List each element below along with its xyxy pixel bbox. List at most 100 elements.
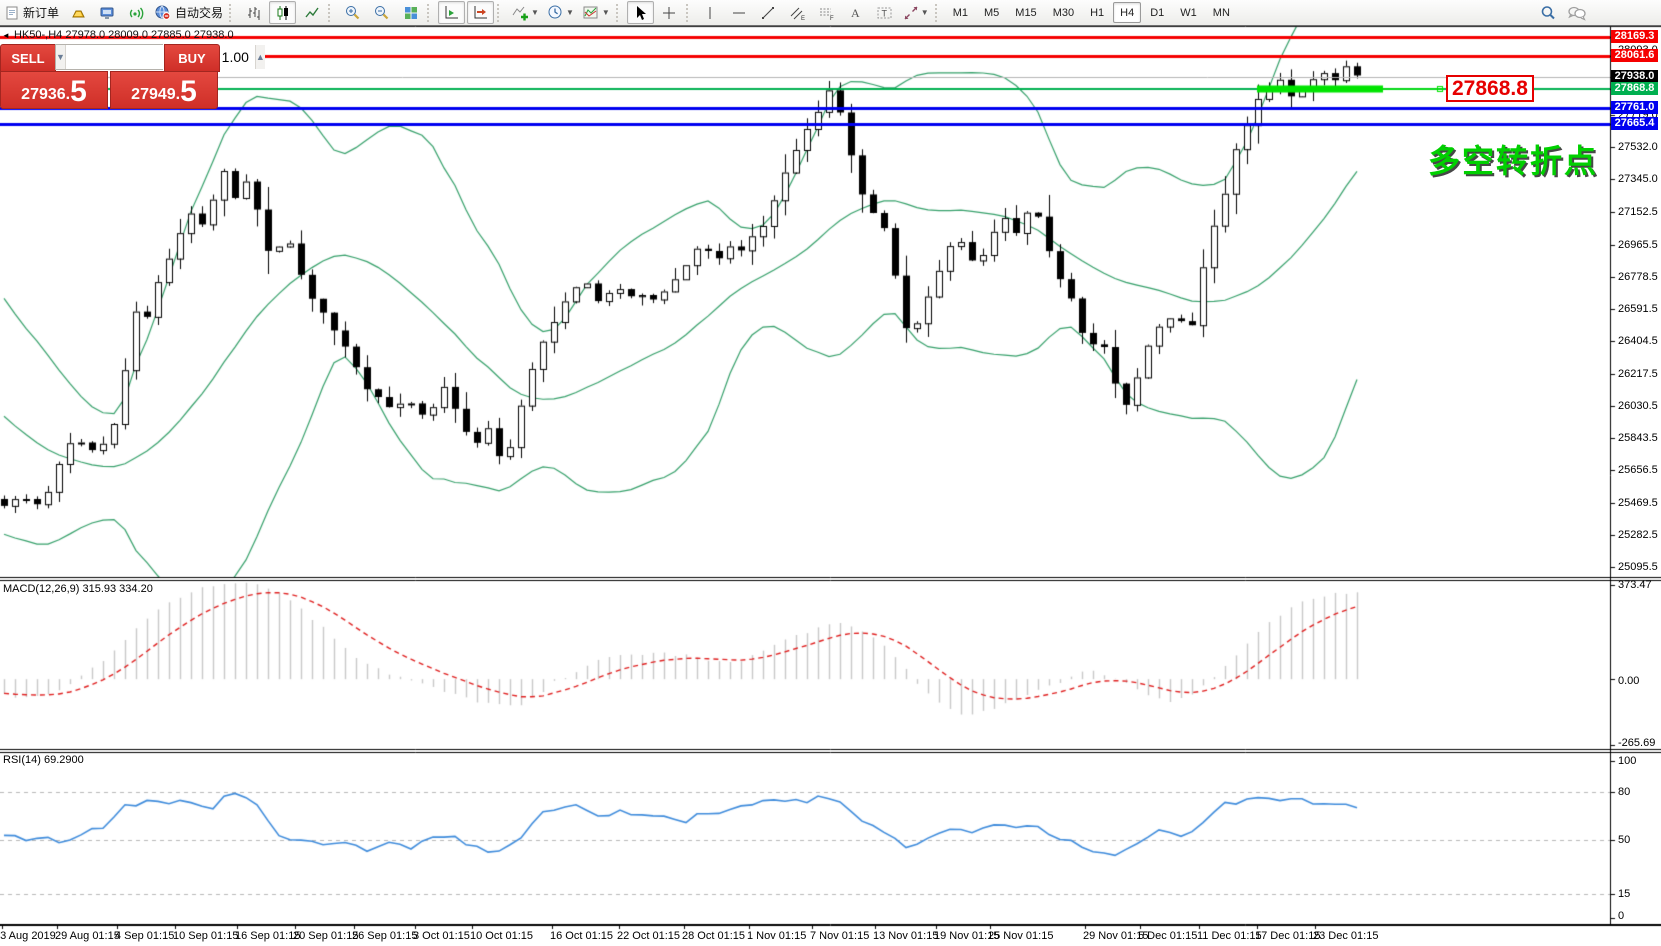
price-axis-tick: 26591.5 [1618,303,1658,315]
chart-title: HK50-,H4 27978.0 28009.0 27885.0 27938.0 [14,29,234,41]
new-order-icon [4,5,20,21]
horizontal-line-button[interactable] [726,1,753,24]
chat-bubbles-icon [1567,4,1587,22]
price-axis-tick: 26030.5 [1618,400,1658,412]
macd-axis-tick: 373.47 [1618,579,1652,591]
price-line-label: 28169.3 [1611,30,1658,43]
chevron-down-icon: ▼ [566,8,574,17]
price-axis-tick: 25656.5 [1618,464,1658,476]
arrows-button[interactable]: ▼ [900,1,932,24]
timeframe-h4[interactable]: H4 [1113,2,1141,23]
gold-ingot-icon [69,5,87,21]
line-chart-icon [304,5,320,21]
rsi-axis-tick: 50 [1618,834,1630,846]
sell-button[interactable]: SELL [0,44,56,72]
zoom-out-button[interactable] [368,1,395,24]
rsi-indicator-label: RSI(14) 69.2900 [3,754,84,766]
line-chart-button[interactable] [298,1,325,24]
chart-canvas[interactable] [0,0,1661,946]
chat-button[interactable] [1563,1,1590,24]
price-axis-tick: 26965.5 [1618,239,1658,251]
cursor-button[interactable] [627,1,654,24]
new-order-label: 新订单 [23,4,59,21]
metaeditor-button[interactable] [64,1,91,24]
main-toolbar: 新订单 自动交易 [0,0,1661,26]
price-line-label: 27868.8 [1611,82,1658,95]
terminal-button[interactable] [93,1,120,24]
timeframe-h1[interactable]: H1 [1083,2,1111,23]
timeframe-m5[interactable]: M5 [977,2,1006,23]
buy-price[interactable]: 27949.5 [110,71,218,109]
time-axis-label: 16 Sep 01:15 [235,930,300,942]
vertical-line-button[interactable] [697,1,724,24]
time-axis-label: 3 Oct 01:15 [413,930,470,942]
price-axis-tick: 27532.0 [1618,141,1658,153]
trading-platform-window: 新订单 自动交易 [0,0,1661,946]
indicators-button[interactable]: ▼ [508,1,542,24]
svg-text:A: A [851,6,860,20]
volume-input[interactable] [66,45,255,69]
text-label-button[interactable]: T [871,1,898,24]
price-axis-tick: 26778.5 [1618,271,1658,283]
tile-windows-button[interactable] [397,1,424,24]
buy-button[interactable]: BUY [164,44,220,72]
fibonacci-button[interactable]: F [813,1,840,24]
new-order-button[interactable]: 新订单 [1,1,62,24]
rsi-axis-tick: 80 [1618,786,1630,798]
macd-indicator-label: MACD(12,26,9) 315.93 334.20 [3,583,153,595]
candlestick-chart-icon [275,5,291,21]
fibonacci-icon: F [818,5,835,21]
svg-text:T: T [881,8,887,18]
buy-price-big: 5 [180,79,197,105]
zoom-in-button[interactable] [339,1,366,24]
chart-shift-button[interactable] [467,1,494,24]
zoom-out-icon [373,4,390,21]
search-button[interactable] [1534,1,1561,24]
chevron-down-icon: ▼ [602,8,610,17]
horizontal-line-icon [731,5,747,21]
periods-button[interactable]: ▼ [544,1,577,24]
bar-chart-button[interactable] [240,1,267,24]
price-axis-tick: 25843.5 [1618,432,1658,444]
indicators-icon [511,4,529,21]
text-button[interactable]: A [842,1,869,24]
crosshair-icon [661,5,677,21]
timeframe-m1[interactable]: M1 [946,2,975,23]
volume-spinner: ▼ ▲ [55,44,163,70]
auto-trading-button[interactable]: 自动交易 [151,1,226,24]
signals-button[interactable] [122,1,149,24]
timeframe-d1[interactable]: D1 [1143,2,1171,23]
price-line-label: 27665.4 [1611,117,1658,130]
time-axis-label: 17 Dec 01:15 [1255,930,1320,942]
timeframe-toolbar: M1M5M15M30H1H4D1W1MN [945,2,1238,23]
svg-text:E: E [801,16,805,21]
equidistant-channel-button[interactable]: E [784,1,811,24]
toolbar-grip [686,4,694,22]
zoom-in-icon [344,4,361,21]
timeframe-m30[interactable]: M30 [1046,2,1081,23]
sell-price[interactable]: 27936.5 [0,71,108,109]
trendline-button[interactable] [755,1,782,24]
toolbar-grip [328,4,336,22]
time-axis-label: 5 Dec 01:15 [1138,930,1197,942]
rsi-axis-tick: 100 [1618,755,1636,767]
price-tag-label[interactable]: 27868.8 [1446,75,1534,102]
candlestick-chart-button[interactable] [269,1,296,24]
macd-axis-tick: 0.00 [1618,675,1639,687]
volume-increase-button[interactable]: ▲ [255,45,265,69]
templates-button[interactable]: ▼ [579,1,613,24]
buy-price-main: 27949 [131,85,176,105]
timeframe-m15[interactable]: M15 [1008,2,1043,23]
price-axis-tick: 26404.5 [1618,335,1658,347]
text-label-icon: T [876,5,893,21]
crosshair-button[interactable] [656,1,683,24]
auto-trading-globe-icon [154,4,172,21]
timeframe-w1[interactable]: W1 [1173,2,1204,23]
time-axis-label: 10 Oct 01:15 [470,930,533,942]
chart-shift-icon [472,5,489,21]
time-axis-label: 29 Aug 01:15 [55,930,120,942]
timeframe-mn[interactable]: MN [1206,2,1237,23]
volume-decrease-button[interactable]: ▼ [56,45,66,69]
auto-scroll-button[interactable] [438,1,465,24]
bar-chart-icon [246,5,262,21]
